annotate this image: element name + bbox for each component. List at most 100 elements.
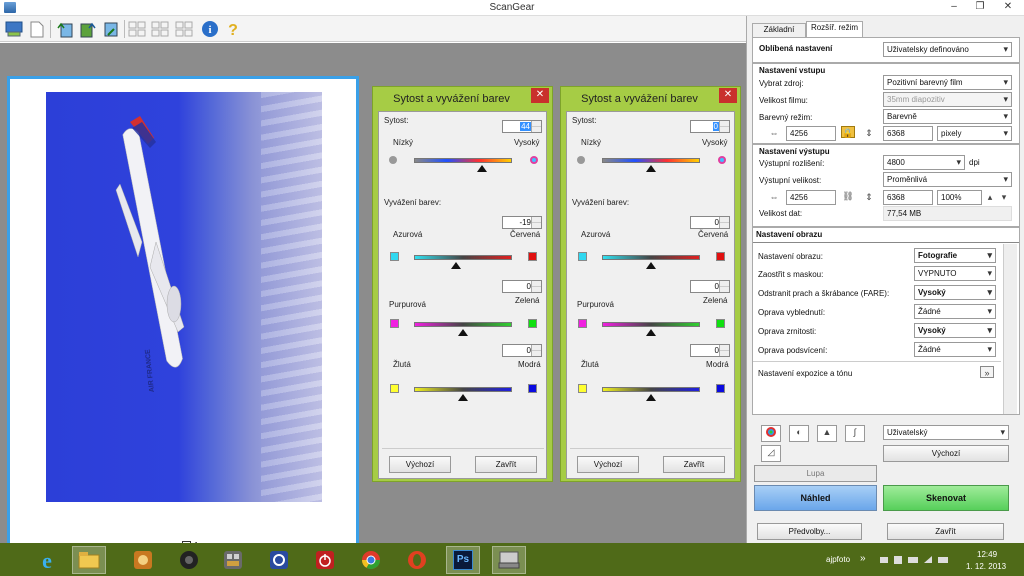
file-explorer-icon[interactable]	[72, 546, 106, 574]
app-icon-1[interactable]	[126, 546, 160, 574]
flip-icon[interactable]	[101, 19, 121, 39]
magenta-green-slider[interactable]	[414, 322, 512, 327]
tone-curve-icon[interactable]: ∫	[845, 425, 865, 442]
rotate-right-icon[interactable]	[78, 19, 98, 39]
clock-date[interactable]: 1. 12. 2013	[966, 562, 1006, 571]
tray-user-label[interactable]: ajpfoto	[826, 555, 850, 564]
select-all-icon[interactable]	[127, 19, 147, 39]
low-label: Nízký	[581, 138, 601, 147]
saturation-spinner[interactable]: 0	[690, 120, 730, 133]
magenta-green-slider-thumb[interactable]	[458, 329, 468, 336]
tab-basic-mode[interactable]: Základní režim	[752, 23, 806, 46]
yellow-blue-slider[interactable]	[414, 387, 512, 392]
tab-advanced-mode[interactable]: Rozšíř. režim	[806, 21, 863, 37]
preview-button[interactable]: Náhled	[754, 485, 877, 511]
yellow-blue-slider-thumb[interactable]	[646, 394, 656, 401]
backlight-correction-select[interactable]: Žádné	[914, 342, 996, 357]
close-button[interactable]: Zavřít	[475, 456, 537, 473]
settings-app-icon[interactable]	[262, 546, 296, 574]
scale-up-icon[interactable]: ▴	[984, 191, 996, 203]
cyan-red-slider[interactable]	[602, 255, 700, 260]
magenta-green-spinner[interactable]: 0	[502, 280, 542, 293]
color-balance-icon[interactable]	[761, 425, 781, 442]
grain-correction-select[interactable]: Vysoký	[914, 323, 996, 338]
yellow-blue-slider-thumb[interactable]	[458, 394, 468, 401]
image-setting-select[interactable]: Fotografie	[914, 248, 996, 263]
tone-default-button[interactable]: Výchozí	[883, 445, 1009, 462]
red-swatch	[716, 252, 725, 261]
close-button[interactable]: Zavřít	[663, 456, 725, 473]
tone-preset-select[interactable]: Uživatelský	[883, 425, 1009, 440]
preferences-button[interactable]: Předvolby...	[757, 523, 862, 540]
dialog-close-button[interactable]: ✕	[719, 88, 737, 103]
clock-time[interactable]: 12:49	[977, 550, 997, 559]
magenta-green-slider-thumb[interactable]	[646, 329, 656, 336]
scangear-icon[interactable]	[492, 546, 526, 574]
cyan-red-slider-thumb[interactable]	[646, 262, 656, 269]
magenta-green-slider[interactable]	[602, 322, 700, 327]
opera-icon[interactable]	[400, 546, 434, 574]
maximize-button[interactable]: ❐	[966, 0, 994, 16]
speaker-app-icon[interactable]	[172, 546, 206, 574]
saturation-spinner[interactable]: 44	[502, 120, 542, 133]
rotate-left-icon[interactable]	[55, 19, 75, 39]
output-height-field[interactable]: 6368	[883, 190, 933, 205]
input-height-field[interactable]: 6368	[883, 126, 933, 141]
histogram-icon[interactable]: ▲	[817, 425, 837, 442]
favorites-select[interactable]: Uživatelsky definováno	[883, 42, 1012, 57]
film-size-select[interactable]: 35mm diapozitiv	[883, 92, 1012, 107]
minimize-button[interactable]: –	[940, 0, 968, 16]
expand-icon[interactable]: »	[980, 366, 994, 378]
source-select[interactable]: Pozitivní barevný film	[883, 75, 1012, 90]
dust-removal-select[interactable]: Vysoký	[914, 285, 996, 300]
brightness-contrast-icon[interactable]: ◐	[789, 425, 809, 442]
cyan-red-spinner[interactable]: -19	[502, 216, 542, 229]
multi-select-icon[interactable]	[174, 19, 194, 39]
cyan-red-spinner[interactable]: 0	[690, 216, 730, 229]
input-width-field[interactable]: 4256	[786, 126, 836, 141]
new-document-icon[interactable]	[27, 19, 47, 39]
close-panel-button[interactable]: Zavřít	[887, 523, 1004, 540]
scan-button[interactable]: Skenovat	[883, 485, 1009, 511]
photoshop-icon[interactable]: Ps	[446, 546, 480, 574]
default-button[interactable]: Výchozí	[389, 456, 451, 473]
default-button[interactable]: Výchozí	[577, 456, 639, 473]
cyan-red-slider-thumb[interactable]	[451, 262, 462, 269]
fade-correction-select[interactable]: Žádné	[914, 304, 996, 319]
yellow-blue-spinner[interactable]: 0	[502, 344, 542, 357]
info-icon[interactable]: i	[200, 19, 220, 39]
output-width-field[interactable]: 4256	[786, 190, 836, 205]
color-mode-select[interactable]: Barevně	[883, 109, 1012, 124]
resolution-select[interactable]: 4800	[883, 155, 965, 170]
thumbnail-grid-icon[interactable]	[150, 19, 170, 39]
close-window-button[interactable]: ✕	[994, 0, 1022, 16]
output-size-select[interactable]: Proměnlivá	[883, 172, 1012, 187]
power-app-icon[interactable]	[308, 546, 342, 574]
input-settings-box: Nastavení vstupu Vybrat zdroj: Pozitivní…	[752, 63, 1020, 144]
link-icon[interactable]: ⛓	[841, 190, 855, 202]
final-review-icon[interactable]: ◿	[761, 445, 781, 462]
scale-down-icon[interactable]: ▾	[998, 191, 1010, 203]
saturation-slider[interactable]	[414, 158, 512, 163]
saturation-slider[interactable]	[602, 158, 700, 163]
tray-chevron[interactable]: »	[860, 553, 866, 564]
scrollbar[interactable]	[1003, 244, 1017, 414]
saturation-slider-thumb[interactable]	[476, 165, 487, 172]
internet-explorer-icon[interactable]: e	[30, 546, 64, 574]
magenta-green-spinner[interactable]: 0	[690, 280, 730, 293]
saturation-slider-thumb[interactable]	[646, 165, 656, 172]
unsharp-mask-select[interactable]: VYPNUTO	[914, 266, 996, 281]
chrome-icon[interactable]	[354, 546, 388, 574]
dialog-close-button[interactable]: ✕	[531, 88, 549, 103]
grid-app-icon[interactable]	[216, 546, 250, 574]
cyan-red-slider[interactable]	[414, 255, 512, 260]
yellow-blue-slider[interactable]	[602, 387, 700, 392]
lock-aspect-icon[interactable]: 🔒	[841, 126, 855, 138]
zoom-button[interactable]: Lupa	[754, 465, 877, 482]
preview-thumbnail[interactable]: AIR FRANCE ✔ 1	[7, 76, 359, 560]
yellow-blue-spinner[interactable]: 0	[690, 344, 730, 357]
help-icon[interactable]: ?	[223, 19, 243, 39]
output-scale-field[interactable]: 100%	[937, 190, 982, 205]
scanner-preview-icon[interactable]	[4, 19, 24, 39]
unit-select[interactable]: pixely	[937, 126, 1012, 141]
